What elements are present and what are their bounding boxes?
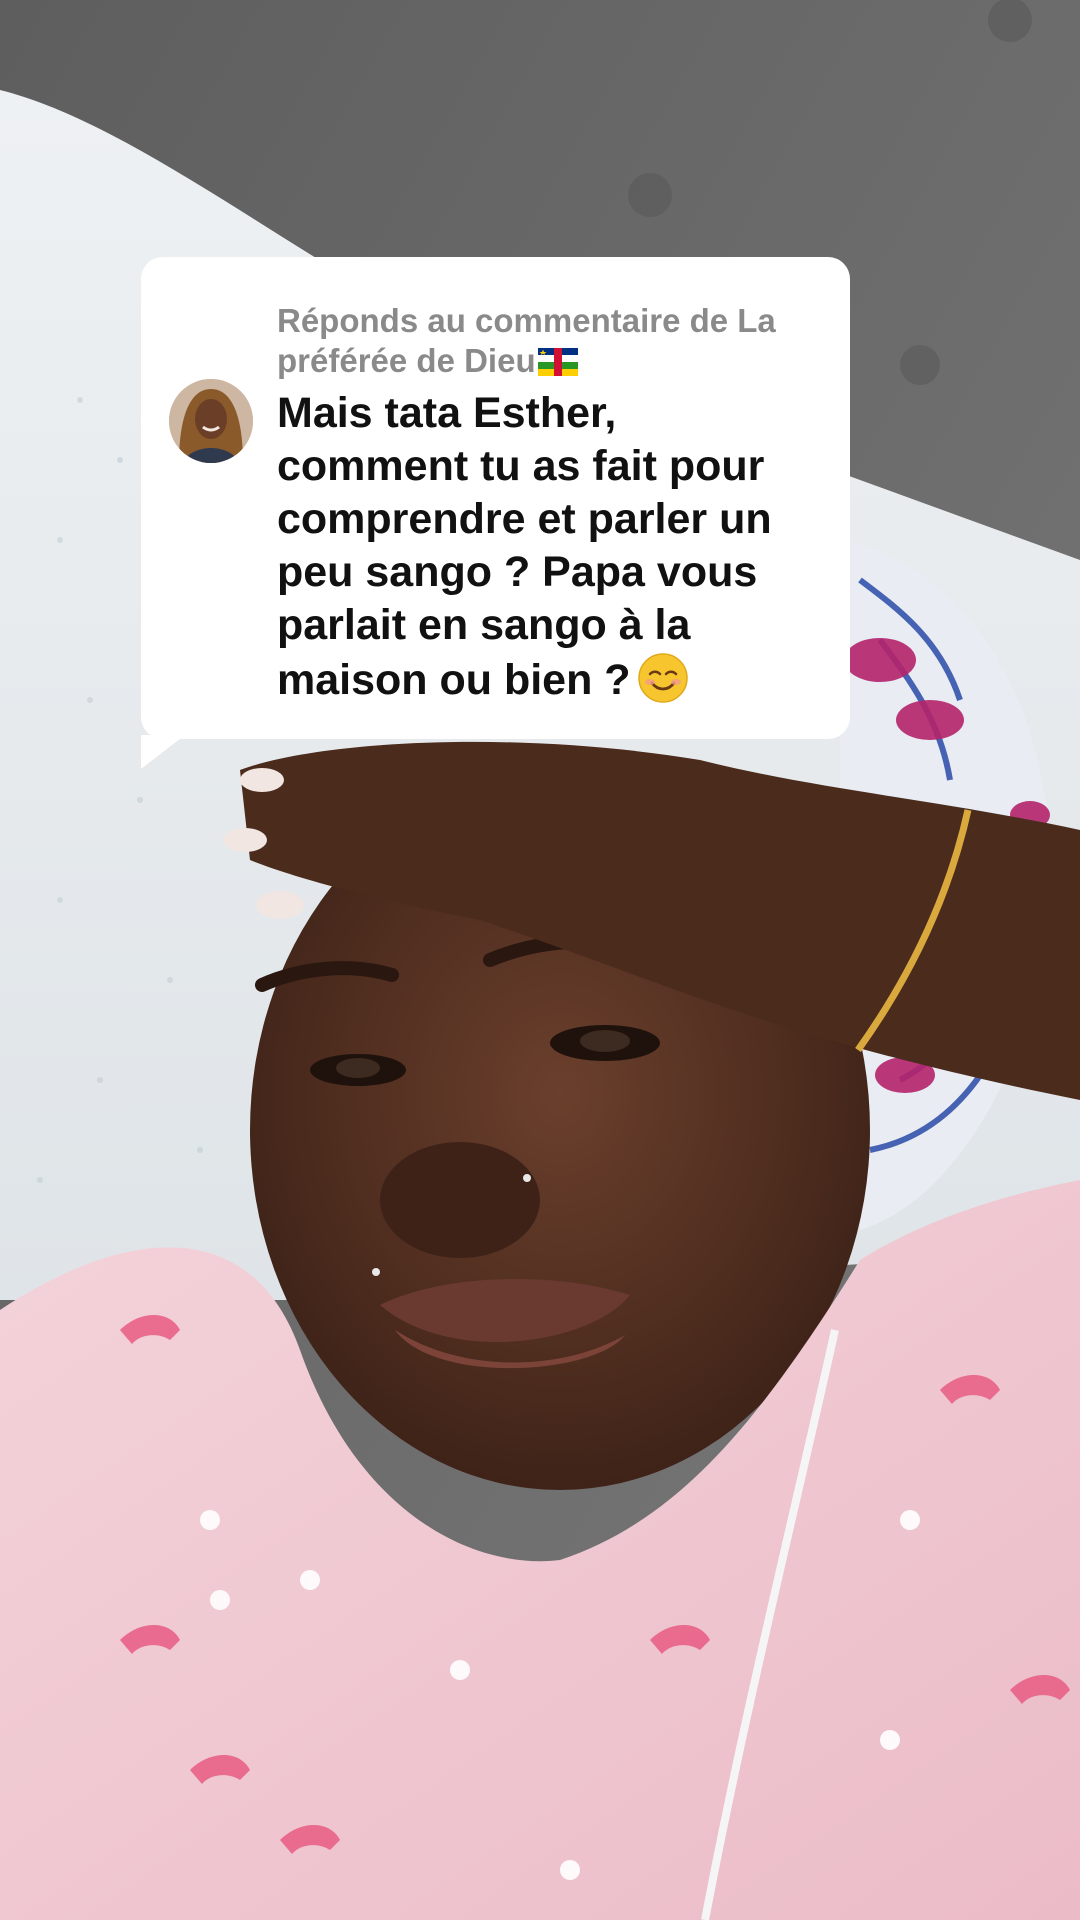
smiling-face-emoji-icon <box>637 653 688 703</box>
comment-text: Mais tata Esther, comment tu as fait pou… <box>277 387 837 707</box>
sticker-tail <box>141 735 185 769</box>
commenter-avatar[interactable] <box>169 379 253 463</box>
reply-header: Réponds au commentaire de La préférée de… <box>277 301 837 381</box>
central-african-republic-flag-icon <box>537 348 578 376</box>
reply-comment-sticker[interactable]: Réponds au commentaire de La préférée de… <box>141 257 850 769</box>
reply-header-text: Réponds au commentaire de La préférée de… <box>277 302 776 379</box>
comment-text-content: Mais tata Esther, comment tu as fait pou… <box>277 389 772 704</box>
avatar-icon <box>169 379 253 463</box>
